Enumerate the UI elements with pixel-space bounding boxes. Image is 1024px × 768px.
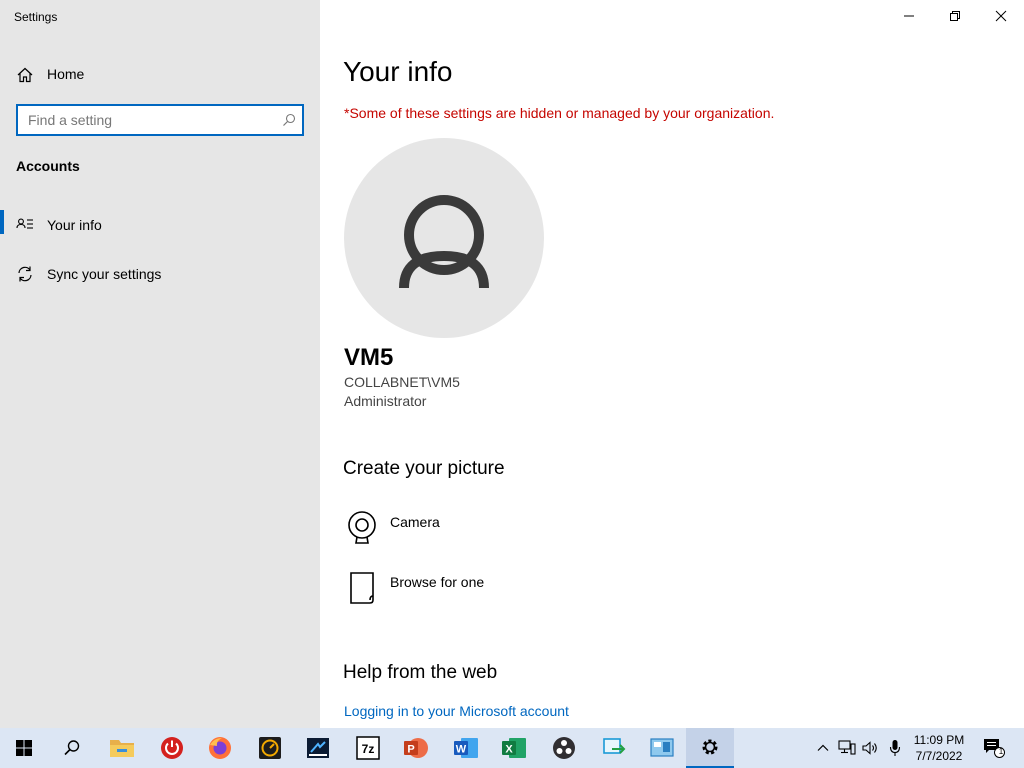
microphone-icon (889, 740, 901, 756)
app-title: Settings (14, 10, 58, 24)
restore-button[interactable] (932, 0, 978, 32)
file-explorer-icon (110, 740, 134, 757)
help-heading: Help from the web (343, 662, 498, 683)
taskbar-power-app[interactable] (148, 728, 196, 768)
tray-overflow-button[interactable] (813, 738, 833, 758)
taskbar-7zip[interactable]: 7z (344, 728, 392, 768)
sidebar-item-your-info[interactable]: Your info (0, 207, 320, 243)
7zip-icon: 7z (356, 736, 380, 760)
app-icon (259, 737, 281, 759)
svg-text:P: P (407, 744, 414, 756)
sidebar-item-label: Sync your settings (47, 266, 162, 282)
sidebar: Settings Home Accounts Your info (0, 0, 320, 728)
search-icon[interactable] (282, 113, 296, 127)
person-card-icon (16, 218, 33, 229)
obs-icon (553, 737, 575, 759)
close-button[interactable] (978, 0, 1024, 32)
notification-count: 1 (998, 747, 1004, 756)
taskbar-clock[interactable]: 11:09 PM 7/7/2022 (906, 732, 972, 764)
taskbar-app-media[interactable] (294, 728, 342, 768)
taskbar-app-remote[interactable] (638, 728, 686, 768)
home-icon (17, 67, 33, 83)
action-center-button[interactable]: 1 (982, 738, 1006, 758)
camera-option[interactable]: Camera (344, 510, 594, 554)
minimize-button[interactable] (886, 0, 932, 32)
taskbar-app-transfer[interactable] (590, 728, 638, 768)
app-icon (650, 738, 674, 757)
help-link[interactable]: Logging in to your Microsoft account (344, 703, 569, 719)
selection-indicator (0, 210, 4, 234)
minimize-icon (904, 15, 914, 17)
taskbar-excel[interactable]: X (490, 728, 538, 768)
create-picture-heading: Create your picture (343, 458, 505, 479)
taskbar-settings[interactable] (686, 728, 734, 768)
taskbar-powerpoint[interactable]: P (392, 728, 440, 768)
word-icon: W (454, 738, 478, 758)
close-icon (995, 10, 1007, 22)
user-name: VM5 (344, 344, 394, 371)
nav-home-label: Home (47, 66, 85, 82)
taskbar-word[interactable]: W (442, 728, 490, 768)
browse-file-icon (350, 572, 374, 604)
powerpoint-icon: P (404, 738, 428, 758)
page-title: Your info (343, 56, 453, 87)
user-avatar-icon (399, 195, 489, 289)
tray-volume[interactable] (861, 738, 881, 758)
network-icon (838, 740, 856, 755)
search-box[interactable] (16, 104, 304, 136)
user-account: COLLABNET\VM5 (344, 374, 460, 390)
org-warning: *Some of these settings are hidden or ma… (344, 105, 775, 121)
user-role: Administrator (344, 393, 427, 409)
chevron-up-icon (817, 744, 829, 751)
sidebar-item-sync-settings[interactable]: Sync your settings (0, 256, 320, 292)
browse-label: Browse for one (390, 574, 485, 590)
settings-gear-icon (702, 739, 718, 755)
taskbar: 7z P W X 11:09 PM 7/7/2022 1 (0, 728, 1024, 768)
taskbar-firefox[interactable] (196, 728, 244, 768)
svg-text:X: X (505, 744, 513, 756)
tray-microphone[interactable] (885, 738, 905, 758)
clock-time: 11:09 PM (913, 733, 965, 747)
nav-home[interactable]: Home (0, 58, 320, 90)
sync-icon (18, 266, 32, 282)
section-heading: Accounts (16, 158, 80, 174)
svg-text:W: W (456, 744, 467, 756)
app-icon (603, 738, 626, 754)
camera-icon (348, 511, 376, 544)
taskbar-file-explorer[interactable] (98, 728, 146, 768)
restore-icon (950, 11, 960, 21)
search-input[interactable] (18, 106, 268, 134)
browse-option[interactable]: Browse for one (344, 570, 594, 614)
camera-label: Camera (390, 514, 440, 530)
taskbar-obs[interactable] (540, 728, 588, 768)
tray-network[interactable] (837, 738, 857, 758)
svg-text:7z: 7z (362, 742, 375, 756)
search-icon (64, 740, 80, 756)
avatar (344, 138, 544, 338)
taskbar-search-button[interactable] (48, 728, 96, 768)
sidebar-item-label: Your info (47, 217, 102, 233)
start-button[interactable] (0, 728, 48, 768)
excel-icon: X (502, 738, 526, 758)
start-icon (16, 740, 32, 756)
firefox-icon (209, 737, 231, 759)
app-icon (307, 738, 329, 758)
taskbar-app-gauge[interactable] (246, 728, 294, 768)
power-app-icon (161, 737, 183, 759)
clock-date: 7/7/2022 (915, 749, 963, 763)
volume-icon (862, 741, 877, 755)
